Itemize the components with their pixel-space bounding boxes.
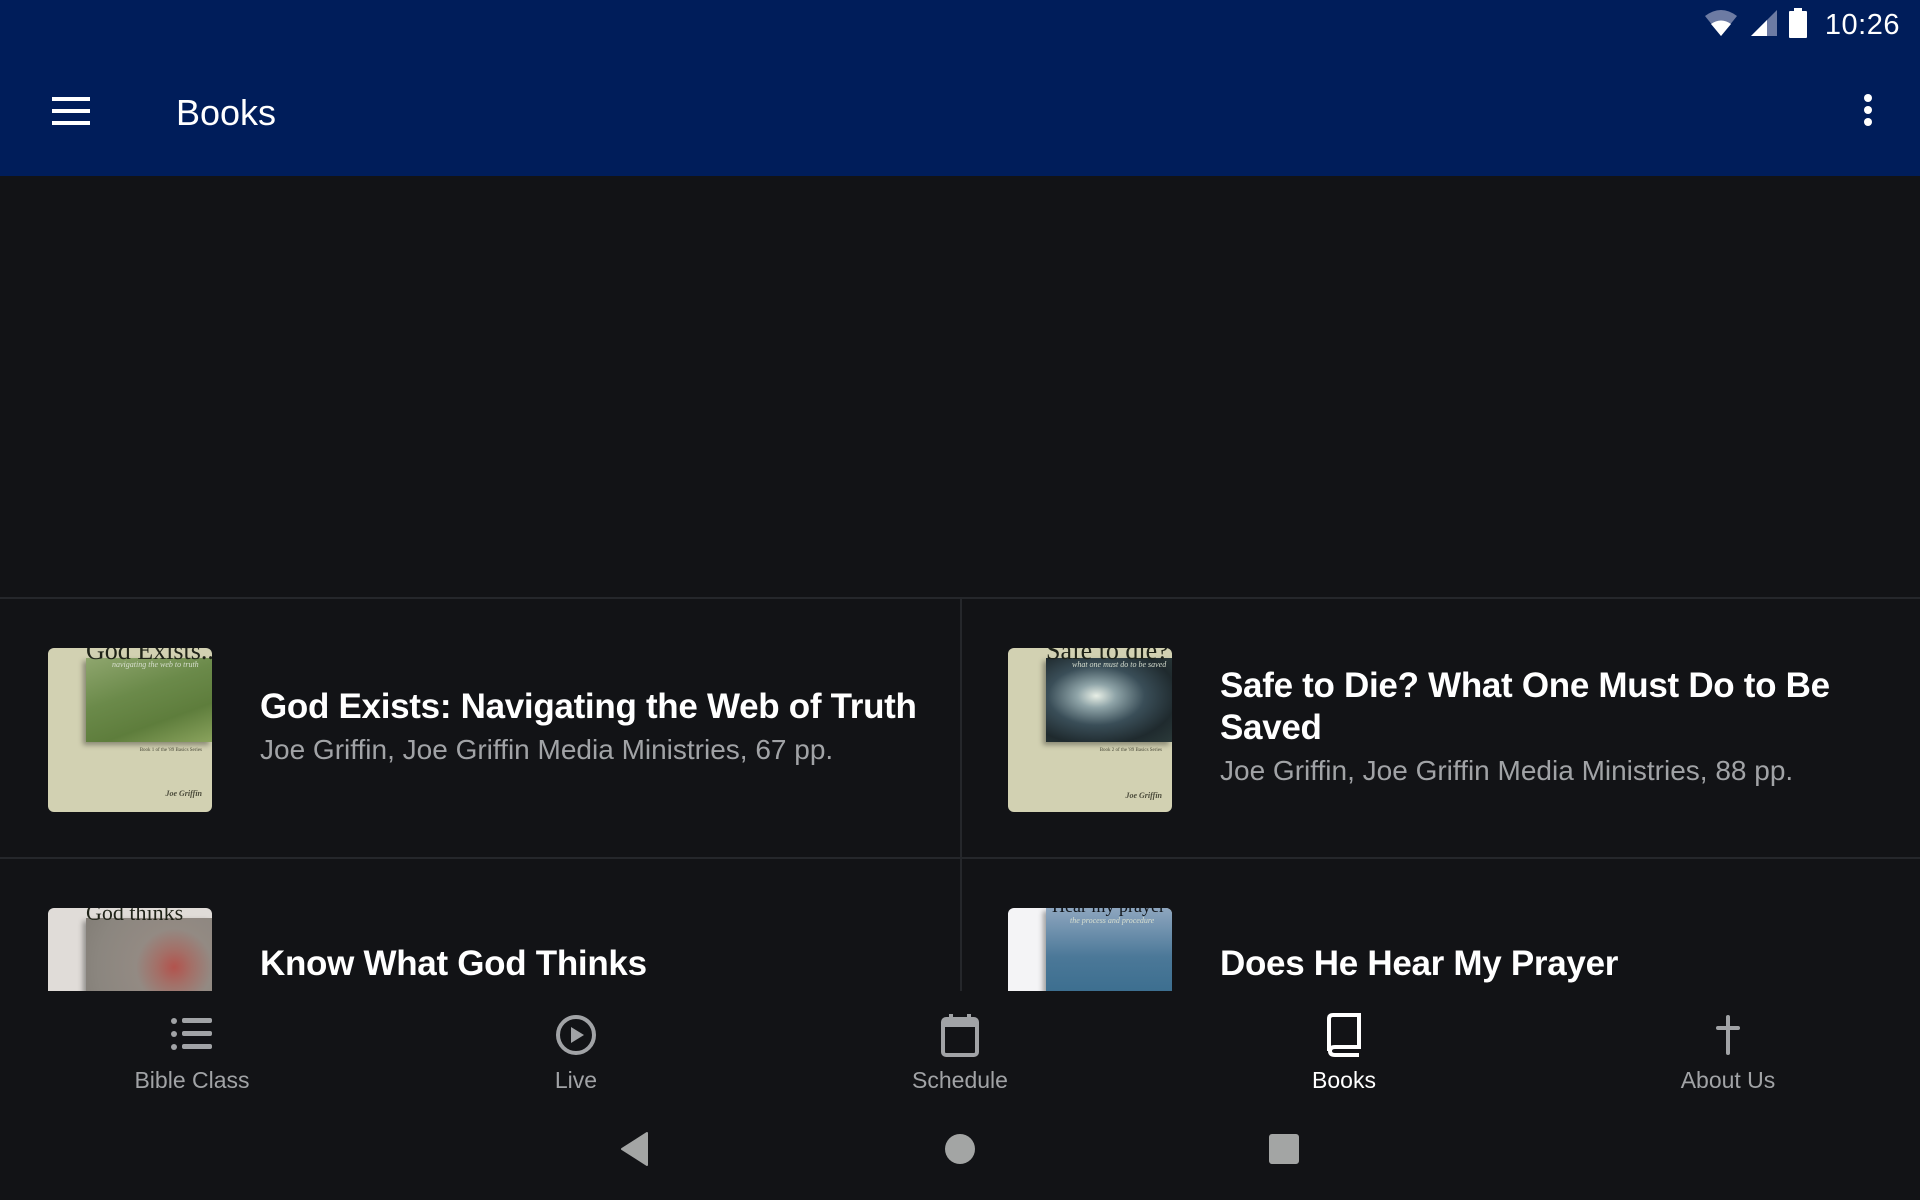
book-text: Safe to Die? What One Must Do to Be Save… xyxy=(1220,599,1880,857)
book-title: God Exists: Navigating the Web of Truth xyxy=(260,687,917,726)
battery-icon xyxy=(1788,7,1807,43)
book-cover: Safe to die? what one must do to be save… xyxy=(1008,648,1172,812)
cover-title: God thinks xyxy=(86,908,184,925)
book-cover: God thinks xyxy=(48,908,212,991)
nav-item-books[interactable]: Books xyxy=(1152,991,1536,1103)
recents-icon xyxy=(1268,1133,1300,1170)
list-icon xyxy=(168,1011,216,1059)
cross-icon xyxy=(1704,1011,1752,1059)
home-icon xyxy=(944,1133,976,1170)
hamburger-menu-button[interactable] xyxy=(40,84,104,142)
cover-subtitle: the process and procedure xyxy=(1070,916,1155,925)
page-title: Books xyxy=(176,92,277,133)
cover-subtitle: navigating the web to truth xyxy=(112,660,199,669)
cover-series: Book 1 of the '89 Basics Series xyxy=(139,748,202,753)
cover-photo xyxy=(1046,658,1172,742)
book-cover: God Exists... navigating the web to trut… xyxy=(48,648,212,812)
book-title: Safe to Die? What One Must Do to Be Save… xyxy=(1220,666,1830,747)
cell-signal-icon xyxy=(1749,8,1779,43)
cover-photo xyxy=(86,918,212,991)
status-time: 10:26 xyxy=(1824,8,1900,41)
book-cover: Hear my prayer the process and procedure xyxy=(1008,908,1172,991)
book-text: God Exists: Navigating the Web of Truth … xyxy=(260,599,918,857)
overflow-menu-button[interactable] xyxy=(1838,80,1898,144)
hamburger-menu-icon xyxy=(52,96,92,131)
app-bar: 10:26 Books xyxy=(0,0,1920,176)
system-navigation-bar xyxy=(0,1103,1920,1200)
recents-button[interactable] xyxy=(1264,1131,1304,1171)
play-circle-icon xyxy=(552,1011,600,1059)
nav-label: Live xyxy=(554,1067,598,1093)
back-button[interactable] xyxy=(615,1131,655,1171)
wifi-icon xyxy=(1703,8,1739,43)
status-bar: 10:26 xyxy=(0,0,1920,50)
calendar-icon xyxy=(936,1011,984,1059)
nav-item-schedule[interactable]: Schedule xyxy=(768,991,1152,1103)
book-meta: Joe Griffin, Joe Griffin Media Ministrie… xyxy=(1220,755,1794,786)
bottom-navigation: Bible Class Live Schedule Books About Us xyxy=(0,991,1920,1103)
nav-label: Schedule xyxy=(912,1067,1008,1093)
home-button[interactable] xyxy=(940,1131,980,1171)
book-card[interactable]: Safe to die? what one must do to be save… xyxy=(962,599,1920,857)
book-meta: Joe Griffin, Joe Griffin Media Ministrie… xyxy=(260,734,834,765)
status-icons: 10:26 xyxy=(1703,7,1900,43)
cover-author: Joe Griffin xyxy=(1125,791,1162,800)
back-icon xyxy=(619,1131,651,1172)
nav-item-bible-class[interactable]: Bible Class xyxy=(0,991,384,1103)
books-list[interactable]: God Exists... navigating the web to trut… xyxy=(0,176,1920,991)
cover-photo xyxy=(86,658,212,742)
book-card[interactable]: Hear my prayer the process and procedure… xyxy=(962,859,1920,991)
cover-subtitle: what one must do to be saved xyxy=(1072,660,1167,669)
nav-item-live[interactable]: Live xyxy=(384,991,768,1103)
cover-series: Book 2 of the '89 Basics Series xyxy=(1099,748,1162,753)
book-title: Does He Hear My Prayer xyxy=(1220,944,1619,983)
book-card[interactable]: God Exists... navigating the web to trut… xyxy=(0,599,958,857)
cover-author: Joe Griffin xyxy=(165,789,202,798)
book-text: Know What God Thinks xyxy=(260,859,918,991)
book-title: Know What God Thinks xyxy=(260,944,647,983)
book-card[interactable]: God thinks Know What God Thinks xyxy=(0,859,958,991)
nav-item-about-us[interactable]: About Us xyxy=(1536,991,1920,1103)
toolbar: Books xyxy=(0,50,1920,176)
book-icon xyxy=(1320,1011,1368,1059)
nav-label: About Us xyxy=(1680,1067,1776,1093)
nav-label: Books xyxy=(1312,1067,1376,1093)
more-vert-icon xyxy=(1861,93,1875,132)
book-text: Does He Hear My Prayer xyxy=(1220,859,1880,991)
nav-label: Bible Class xyxy=(134,1067,250,1093)
